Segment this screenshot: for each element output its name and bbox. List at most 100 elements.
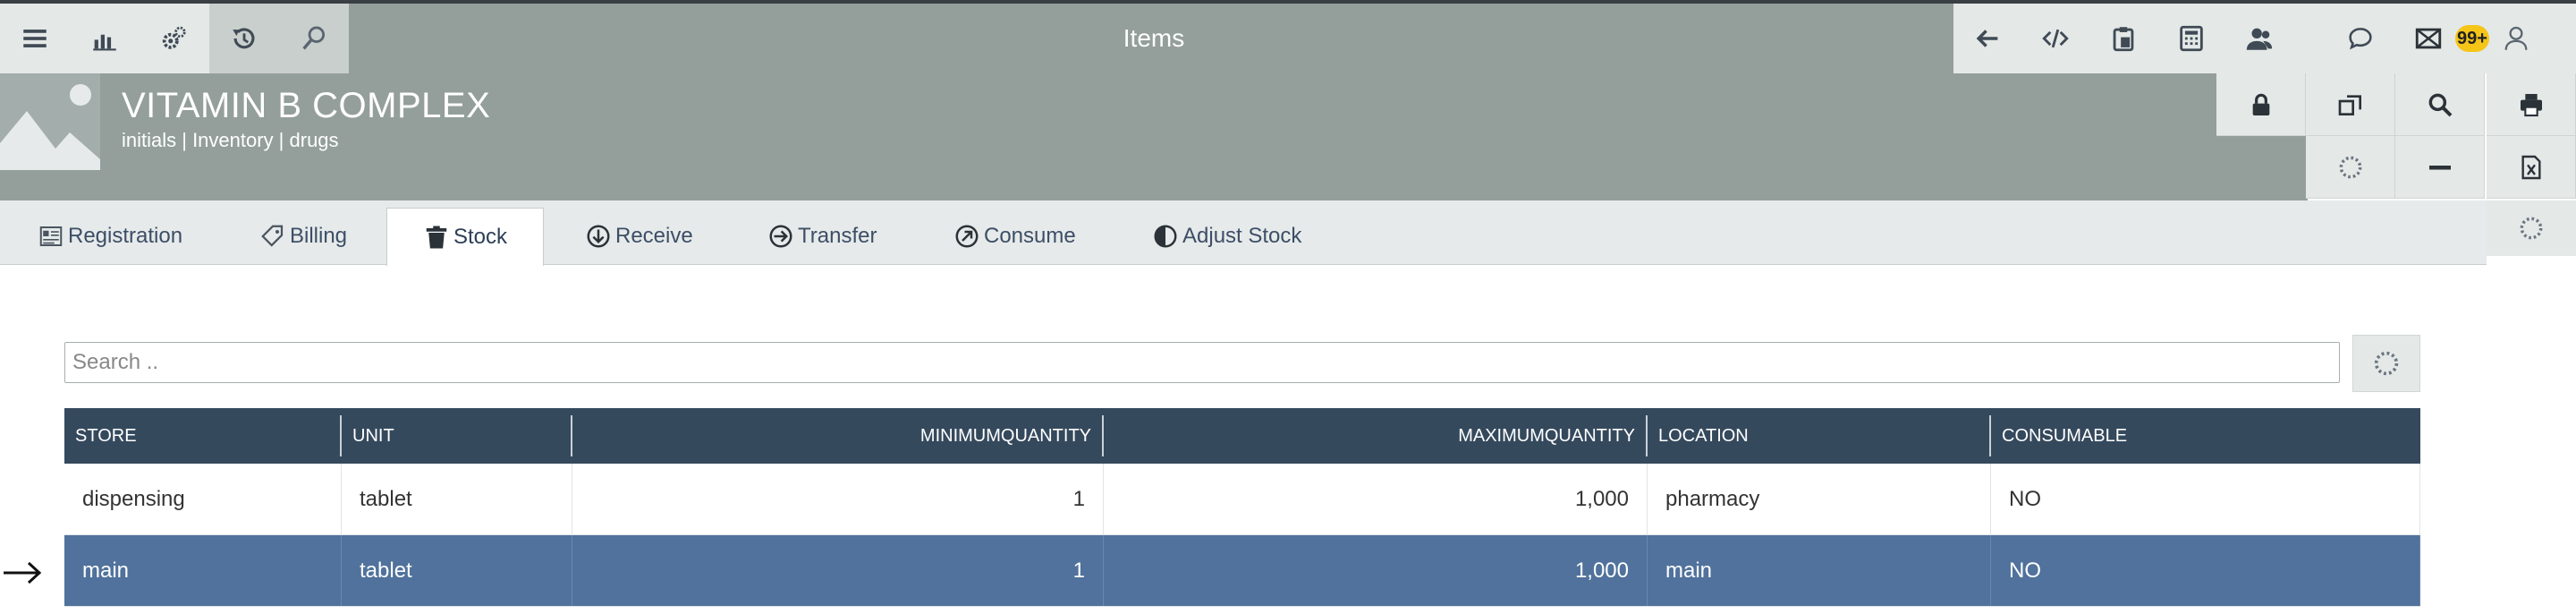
chat-button[interactable]	[2329, 4, 2392, 73]
menu-button[interactable]	[0, 4, 70, 73]
history-icon	[233, 28, 255, 49]
back-button[interactable]	[1953, 4, 2021, 73]
clipboard-button[interactable]	[2089, 4, 2157, 73]
cell-unit: tablet	[342, 464, 572, 534]
arrow-left-icon	[1976, 30, 1998, 47]
magnifier-icon	[302, 26, 326, 50]
bar-chart-icon	[93, 34, 116, 51]
breadcrumb: initials | Inventory | drugs	[122, 129, 339, 151]
table-row[interactable]: dispensing tablet 1 1,000 pharmacy NO	[64, 464, 2420, 535]
image-placeholder-icon[interactable]	[0, 73, 100, 170]
tab-label: Adjust Stock	[1182, 224, 1302, 248]
menu-icon	[23, 30, 47, 47]
tab-label: Receive	[615, 224, 693, 248]
tab-receive[interactable]: Receive	[578, 208, 700, 265]
cell-unit: tablet	[342, 535, 572, 606]
tab-label: Transfer	[798, 224, 877, 248]
excel-icon	[2521, 155, 2541, 179]
excel-export-button[interactable]	[2487, 136, 2576, 199]
search-button[interactable]	[279, 4, 349, 73]
column-header-minimumquantity[interactable]: MINIMUMQUANTITY	[572, 415, 1104, 456]
settings-button[interactable]	[140, 4, 209, 73]
registration-icon	[39, 226, 63, 246]
cell-consumable: NO	[1991, 464, 2420, 534]
tag-icon	[261, 225, 284, 247]
chat-bubble-icon	[2349, 28, 2372, 50]
printer-icon	[2520, 93, 2542, 116]
tab-label: Billing	[290, 224, 348, 248]
users-button[interactable]	[2225, 4, 2293, 73]
window-title: Items	[1123, 24, 1185, 52]
search-loading-indicator	[2352, 335, 2420, 392]
spinner-icon	[2520, 217, 2543, 240]
user-profile-button[interactable]	[2485, 4, 2547, 73]
cell-location: pharmacy	[1648, 464, 1991, 534]
column-header-maximumquantity[interactable]: MAXIMUMQUANTITY	[1104, 415, 1648, 456]
minimize-button[interactable]	[2395, 136, 2485, 199]
calculator-icon	[2180, 25, 2203, 52]
column-header-unit[interactable]: UNIT	[342, 415, 572, 456]
cell-consumable: NO	[1991, 535, 2420, 606]
lock-button[interactable]	[2216, 73, 2306, 136]
tab-billing[interactable]: Billing	[252, 208, 354, 265]
history-button[interactable]	[209, 4, 279, 73]
cell-store: main	[64, 535, 342, 606]
toolbar-right	[1953, 4, 2293, 73]
tab-consume[interactable]: Consume	[946, 208, 1083, 265]
arrow-down-circle-icon	[587, 225, 610, 248]
arrow-right-circle-icon	[769, 225, 792, 248]
print-button[interactable]	[2487, 73, 2576, 136]
row-pointer-arrow-icon	[4, 561, 42, 584]
item-actions	[2216, 73, 2576, 200]
clipboard-icon	[2113, 27, 2134, 52]
tab-label: Stock	[453, 225, 508, 249]
trash-icon	[426, 226, 447, 249]
tab-label: Registration	[68, 224, 183, 248]
calculator-button[interactable]	[2157, 4, 2225, 73]
item-title: VITAMIN B COMPLEX	[122, 86, 491, 125]
cell-minimumquantity: 1	[572, 464, 1104, 534]
code-button[interactable]	[2021, 4, 2089, 73]
table-header: STORE UNIT MINIMUMQUANTITY MAXIMUMQUANTI…	[64, 408, 2420, 464]
users-icon	[2246, 28, 2273, 50]
tab-stock[interactable]: Stock	[386, 208, 545, 266]
table-row-selected[interactable]: main tablet 1 1,000 main NO	[64, 535, 2420, 607]
tab-adjust-stock[interactable]: Adjust Stock	[1145, 208, 1309, 265]
arrow-upright-circle-icon	[955, 225, 979, 248]
cell-store: dispensing	[64, 464, 342, 534]
cell-minimumquantity: 1	[572, 535, 1104, 606]
tab-registration[interactable]: Registration	[30, 208, 190, 265]
side-loading-indicator	[2487, 200, 2576, 256]
toolbar-left	[0, 4, 349, 73]
top-bar: Items 99+	[0, 0, 2576, 73]
column-header-consumable[interactable]: CONSUMABLE	[1991, 415, 2420, 456]
minus-icon	[2428, 165, 2451, 170]
column-header-location[interactable]: LOCATION	[1648, 415, 1991, 456]
notification-badge[interactable]: 99+	[2455, 25, 2489, 52]
code-icon	[2042, 29, 2069, 48]
stock-table: STORE UNIT MINIMUMQUANTITY MAXIMUMQUANTI…	[64, 408, 2420, 607]
tab-bar: Registration Billing Stock Receive Trans…	[0, 200, 2487, 266]
window-restore-icon	[2338, 94, 2361, 115]
spinner-icon	[2374, 351, 2399, 376]
spinner-icon	[2339, 156, 2361, 178]
cell-maximumquantity: 1,000	[1104, 535, 1648, 606]
half-circle-icon	[1154, 225, 1177, 248]
toolbar-far-right	[2293, 4, 2576, 73]
column-header-store[interactable]: STORE	[64, 415, 342, 456]
lock-icon	[2252, 93, 2269, 115]
reports-button[interactable]	[70, 4, 140, 73]
user-icon	[2504, 26, 2528, 50]
gears-icon	[162, 26, 186, 49]
find-button[interactable]	[2395, 73, 2485, 136]
mail-icon	[2415, 28, 2442, 49]
cell-maximumquantity: 1,000	[1104, 464, 1648, 534]
tab-transfer[interactable]: Transfer	[760, 208, 884, 265]
window-button[interactable]	[2306, 73, 2395, 136]
cell-location: main	[1648, 535, 1991, 606]
search-icon	[2428, 93, 2452, 116]
mail-button[interactable]	[2397, 4, 2460, 73]
search-input[interactable]	[64, 342, 2340, 383]
loading-indicator	[2306, 136, 2395, 199]
tab-label: Consume	[984, 224, 1076, 248]
